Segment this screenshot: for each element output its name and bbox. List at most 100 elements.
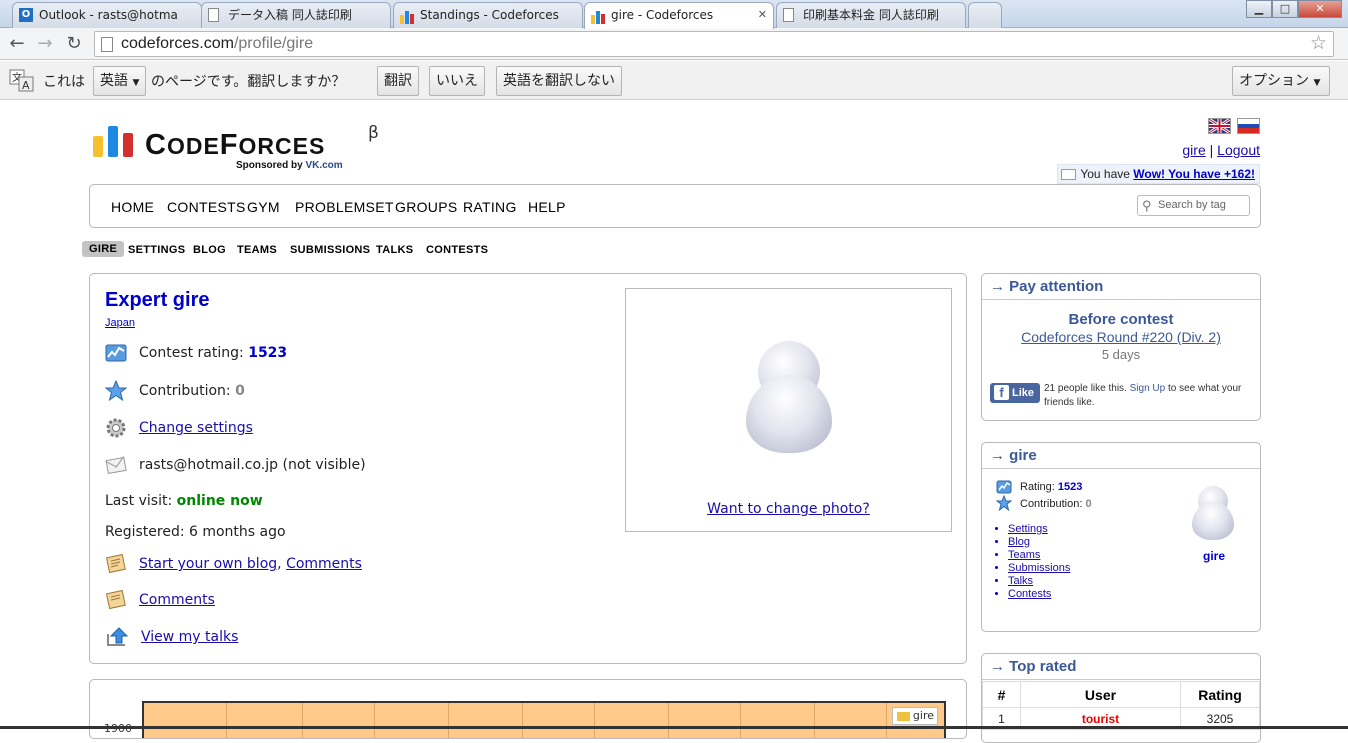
tab-label: gire - Codeforces bbox=[611, 8, 714, 22]
list-item: Talks bbox=[1008, 575, 1070, 588]
browser-tab-outlook[interactable]: O Outlook - rasts@hotma bbox=[12, 2, 202, 28]
language-label: 英語 bbox=[100, 73, 128, 89]
search-placeholder: Search by tag bbox=[1158, 199, 1226, 211]
browser-tab-standings[interactable]: Standings - Codeforces bbox=[393, 2, 583, 28]
codeforces-icon bbox=[591, 8, 605, 24]
back-arrow-icon[interactable]: ← bbox=[6, 33, 28, 55]
window-controls: ▁ □ ✕ bbox=[1246, 0, 1342, 18]
profile-menu-gire[interactable]: GIRE bbox=[82, 241, 125, 257]
list-item: Settings bbox=[1008, 523, 1070, 536]
url-text[interactable]: codeforces.com/profile/gire bbox=[121, 35, 313, 53]
bookmark-star-icon[interactable]: ☆ bbox=[1310, 32, 1327, 54]
mini-avatar-name[interactable]: gire bbox=[1177, 549, 1251, 563]
profile-menu-contests[interactable]: CONTESTS bbox=[426, 244, 488, 256]
comments-link-2[interactable]: Comments bbox=[139, 592, 215, 608]
russian-flag-icon[interactable] bbox=[1237, 118, 1260, 134]
menu-home[interactable]: HOME bbox=[111, 199, 154, 215]
user-photo-frame: Want to change photo? bbox=[625, 288, 952, 532]
contribution-value: 0 bbox=[235, 383, 245, 399]
tab-label: Standings - Codeforces bbox=[420, 8, 559, 22]
logout-link[interactable]: Logout bbox=[1217, 142, 1260, 158]
graph-plot-area[interactable]: gire bbox=[142, 701, 946, 738]
change-settings-link[interactable]: Change settings bbox=[139, 420, 253, 436]
url-path: /profile/gire bbox=[233, 35, 314, 52]
no-button[interactable]: いいえ bbox=[429, 66, 485, 96]
user-link-talks[interactable]: Talks bbox=[1008, 575, 1033, 587]
page-icon bbox=[208, 8, 219, 22]
menu-problemset[interactable]: PROBLEMSET bbox=[295, 199, 394, 215]
user-link-contests[interactable]: Contests bbox=[1008, 588, 1051, 600]
profile-menu-talks[interactable]: TALKS bbox=[376, 244, 413, 256]
profile-menu-settings[interactable]: SETTINGS bbox=[128, 244, 185, 256]
envelope-icon bbox=[105, 454, 127, 476]
comments-link[interactable]: Comments bbox=[286, 556, 362, 572]
browser-tab-printing[interactable]: 印刷基本料金 同人誌印刷 bbox=[776, 2, 966, 28]
pay-attention-box: → Pay attention Before contest Codeforce… bbox=[981, 273, 1261, 421]
menu-groups[interactable]: GROUPS bbox=[395, 199, 457, 215]
separator: | bbox=[1209, 142, 1214, 158]
logo-bars-icon bbox=[93, 125, 135, 157]
maximize-button[interactable]: □ bbox=[1272, 0, 1298, 18]
menu-gym[interactable]: GYM bbox=[247, 199, 280, 215]
language-select[interactable]: 英語 ▼ bbox=[93, 66, 147, 96]
menu-help[interactable]: HELP bbox=[528, 199, 566, 215]
translate-button[interactable]: 翻訳 bbox=[377, 66, 419, 96]
mini-contribution-row: Contribution: 0 bbox=[995, 494, 1092, 512]
search-by-tag-input[interactable]: ⚲ Search by tag bbox=[1137, 195, 1250, 216]
change-photo-link[interactable]: Want to change photo? bbox=[707, 501, 870, 517]
profile-menu-blog[interactable]: BLOG bbox=[193, 244, 226, 256]
outlook-icon: O bbox=[19, 8, 33, 22]
contest-link[interactable]: Codeforces Round #220 (Div. 2) bbox=[1021, 329, 1221, 345]
graph-legend: gire bbox=[891, 707, 938, 725]
menu-contests[interactable]: CONTESTS bbox=[167, 199, 246, 215]
new-tab-button[interactable] bbox=[968, 2, 1002, 28]
english-flag-icon[interactable] bbox=[1208, 117, 1231, 135]
online-status: online now bbox=[176, 493, 263, 509]
options-button[interactable]: オプション ▼ bbox=[1232, 66, 1330, 96]
user-link-blog[interactable]: Blog bbox=[1008, 536, 1030, 548]
facebook-like-button[interactable]: f Like bbox=[990, 383, 1040, 403]
user-link-teams[interactable]: Teams bbox=[1008, 549, 1040, 561]
view-talks-link[interactable]: View my talks bbox=[141, 629, 238, 645]
top-user-link[interactable]: tourist bbox=[1082, 712, 1119, 726]
star-icon bbox=[995, 494, 1013, 514]
translate-icon: 文A bbox=[9, 69, 35, 93]
browser-tab-strip: O Outlook - rasts@hotma データ入稿 同人誌印刷 Stan… bbox=[0, 0, 1348, 29]
envelope-icon bbox=[1061, 169, 1077, 180]
registered-text: Registered: 6 months ago bbox=[105, 524, 286, 540]
country-link[interactable]: Japan bbox=[105, 317, 135, 329]
top-rated-title: → Top rated bbox=[982, 654, 1260, 680]
profile-menu-submissions[interactable]: SUBMISSIONS bbox=[290, 244, 370, 256]
forward-arrow-icon[interactable]: → bbox=[34, 33, 56, 55]
user-link-submissions[interactable]: Submissions bbox=[1008, 562, 1070, 574]
comments-icon bbox=[105, 589, 127, 611]
reload-icon[interactable]: ↻ bbox=[63, 33, 85, 55]
facebook-signup-link[interactable]: Sign Up bbox=[1130, 383, 1166, 394]
options-label: オプション bbox=[1239, 73, 1309, 89]
address-bar[interactable]: codeforces.com/profile/gire ☆ bbox=[94, 31, 1334, 57]
header-user-links: gire | Logout bbox=[1182, 142, 1260, 158]
rating-graph: 1900 gire bbox=[89, 679, 967, 739]
close-icon[interactable]: ✕ bbox=[758, 3, 767, 27]
translate-prefix: これは bbox=[43, 74, 85, 90]
tab-label: Outlook - rasts@hotma bbox=[39, 8, 178, 22]
browser-tab-gire[interactable]: gire - Codeforces ✕ bbox=[584, 2, 774, 29]
user-link-settings[interactable]: Settings bbox=[1008, 523, 1048, 535]
col-header-rank: # bbox=[982, 681, 1021, 708]
mini-rating-value: 1523 bbox=[1057, 481, 1083, 493]
tab-label: データ入稿 同人誌印刷 bbox=[228, 8, 352, 22]
close-window-button[interactable]: ✕ bbox=[1298, 0, 1342, 18]
pay-attention-title: → Pay attention bbox=[982, 274, 1260, 300]
translate-bar: 文A これは 英語 ▼ のページです。翻訳しますか？ 翻訳 いいえ 英語を翻訳し… bbox=[0, 61, 1348, 100]
profile-menu-teams[interactable]: TEAMS bbox=[237, 244, 277, 256]
notification-link[interactable]: Wow! You have +162! bbox=[1133, 167, 1255, 181]
browser-tab-data[interactable]: データ入稿 同人誌印刷 bbox=[201, 2, 391, 28]
list-item: Submissions bbox=[1008, 562, 1070, 575]
minimize-button[interactable]: ▁ bbox=[1246, 0, 1272, 18]
profile-link[interactable]: gire bbox=[1182, 142, 1205, 158]
rating-value: 1523 bbox=[248, 345, 288, 361]
never-translate-button[interactable]: 英語を翻訳しない bbox=[496, 66, 622, 96]
menu-rating[interactable]: RATING bbox=[463, 199, 517, 215]
main-menu: HOME CONTESTS GYM PROBLEMSET GROUPS RATI… bbox=[89, 184, 1261, 228]
start-blog-link[interactable]: Start your own blog bbox=[139, 556, 277, 572]
